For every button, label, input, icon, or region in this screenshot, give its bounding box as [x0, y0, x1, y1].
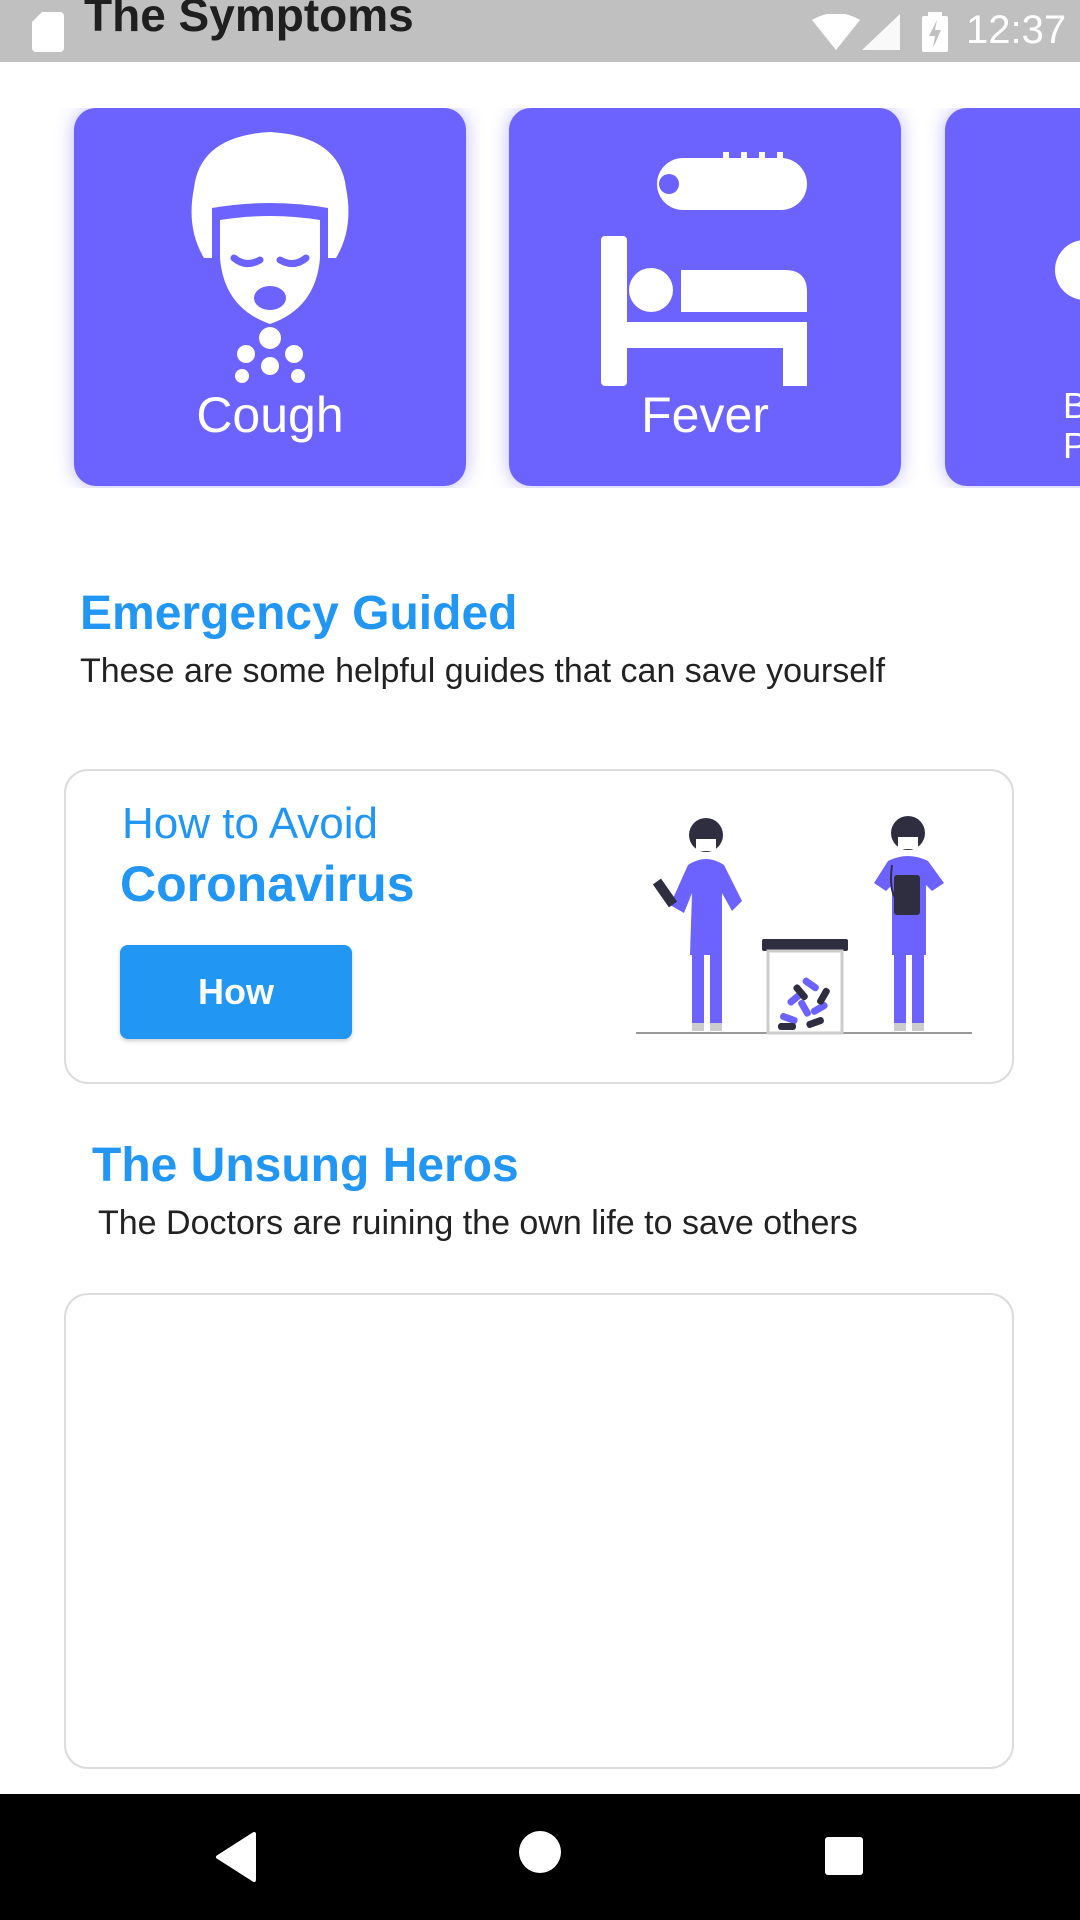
symptom-icon — [1055, 240, 1080, 300]
how-button[interactable]: How — [120, 945, 352, 1039]
symptom-label: Cough — [196, 387, 344, 443]
fever-bed-icon — [601, 152, 807, 386]
signal-icon — [862, 14, 900, 50]
battery-charging-icon — [922, 12, 948, 52]
symptom-card-partial[interactable]: B P — [945, 108, 1080, 486]
clock: 12:37 — [966, 8, 1067, 52]
heroes-subtitle: The Doctors are ruining the own life to … — [98, 1204, 858, 1242]
symptom-carousel[interactable]: Cough Fever B P — [0, 108, 1080, 488]
guide-title-line2: Coronavirus — [120, 856, 415, 912]
emergency-subtitle: These are some helpful guides that can s… — [80, 652, 886, 690]
home-icon[interactable] — [518, 1830, 562, 1874]
symptom-label: Fever — [641, 387, 769, 443]
cough-face-icon — [191, 132, 349, 383]
heroes-card[interactable] — [64, 1293, 1014, 1769]
guide-title-line1: How to Avoid — [122, 799, 379, 848]
heroes-title: The Unsung Heros — [92, 1139, 519, 1192]
doctors-illustration — [636, 816, 972, 1035]
symptom-card-fever[interactable]: Fever — [509, 108, 901, 486]
symptom-label-line1: B — [1063, 385, 1080, 426]
navigation-bar — [0, 1794, 1080, 1920]
recent-apps-icon[interactable] — [824, 1836, 864, 1876]
symptom-card-cough[interactable]: Cough — [74, 108, 466, 486]
status-bar: The Symptoms 12:37 — [0, 0, 1080, 62]
guide-card[interactable]: How to Avoid Coronavirus How — [64, 769, 1014, 1084]
back-icon[interactable] — [214, 1832, 258, 1882]
symptom-label-line2: P — [1063, 425, 1080, 466]
symptom-label: B P — [1063, 386, 1080, 466]
emergency-title: Emergency Guided — [80, 587, 518, 640]
wifi-icon — [812, 14, 860, 50]
sd-card-icon — [32, 12, 64, 52]
page-title: The Symptoms — [84, 0, 414, 41]
